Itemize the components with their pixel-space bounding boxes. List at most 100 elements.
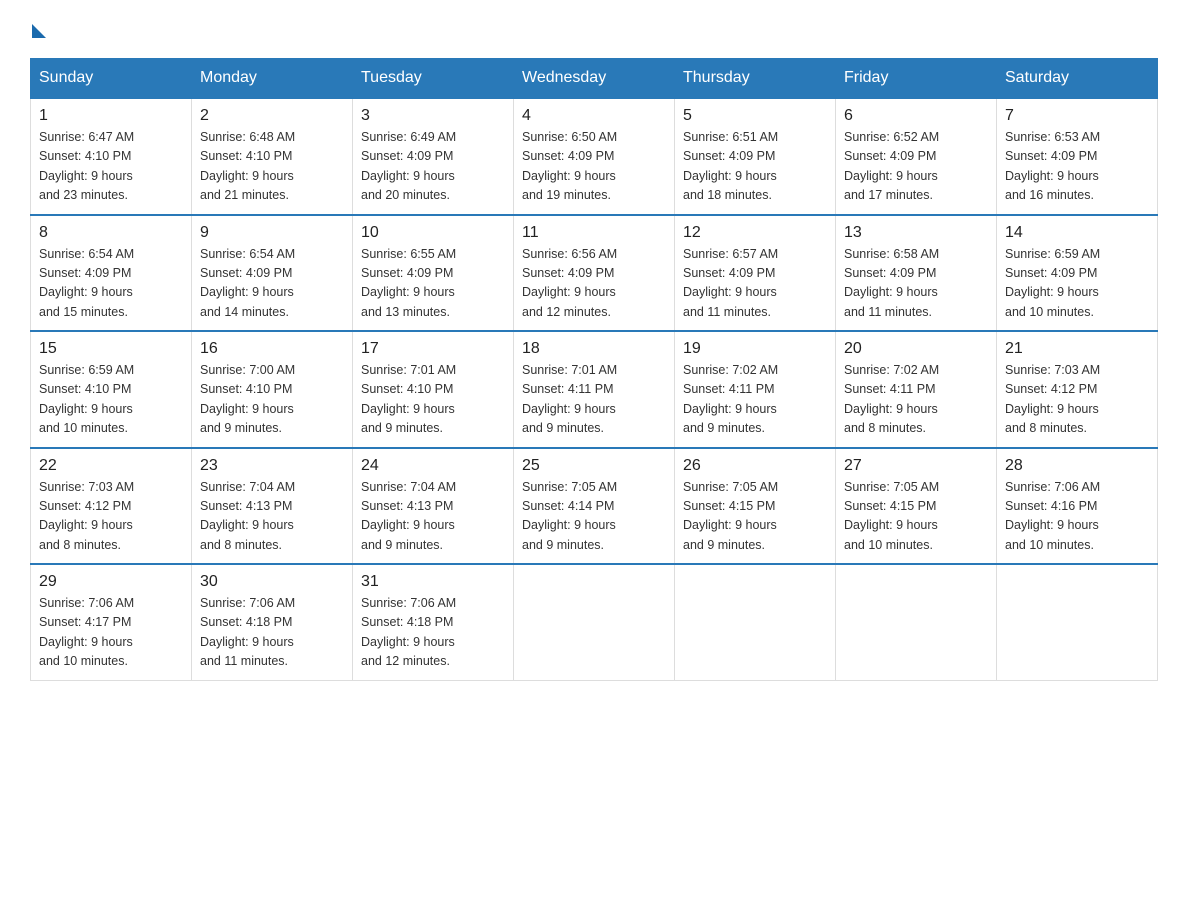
col-header-monday: Monday — [192, 59, 353, 99]
day-info: Sunrise: 6:49 AMSunset: 4:09 PMDaylight:… — [361, 128, 505, 206]
day-info: Sunrise: 6:57 AMSunset: 4:09 PMDaylight:… — [683, 245, 827, 323]
calendar-cell: 31 Sunrise: 7:06 AMSunset: 4:18 PMDaylig… — [353, 564, 514, 680]
calendar-cell: 18 Sunrise: 7:01 AMSunset: 4:11 PMDaylig… — [514, 331, 675, 448]
day-number: 30 — [200, 573, 344, 591]
calendar-week-row: 22 Sunrise: 7:03 AMSunset: 4:12 PMDaylig… — [31, 448, 1158, 565]
day-info: Sunrise: 6:55 AMSunset: 4:09 PMDaylight:… — [361, 245, 505, 323]
calendar-week-row: 15 Sunrise: 6:59 AMSunset: 4:10 PMDaylig… — [31, 331, 1158, 448]
day-info: Sunrise: 6:53 AMSunset: 4:09 PMDaylight:… — [1005, 128, 1149, 206]
day-number: 26 — [683, 457, 827, 475]
day-info: Sunrise: 6:54 AMSunset: 4:09 PMDaylight:… — [39, 245, 183, 323]
day-info: Sunrise: 6:50 AMSunset: 4:09 PMDaylight:… — [522, 128, 666, 206]
calendar-cell: 15 Sunrise: 6:59 AMSunset: 4:10 PMDaylig… — [31, 331, 192, 448]
day-info: Sunrise: 7:02 AMSunset: 4:11 PMDaylight:… — [683, 361, 827, 439]
day-number: 25 — [522, 457, 666, 475]
calendar-cell: 16 Sunrise: 7:00 AMSunset: 4:10 PMDaylig… — [192, 331, 353, 448]
logo-arrow-icon — [32, 24, 46, 38]
calendar-cell: 7 Sunrise: 6:53 AMSunset: 4:09 PMDayligh… — [997, 98, 1158, 215]
calendar-cell — [514, 564, 675, 680]
calendar-cell: 12 Sunrise: 6:57 AMSunset: 4:09 PMDaylig… — [675, 215, 836, 332]
day-number: 20 — [844, 340, 988, 358]
calendar-week-row: 1 Sunrise: 6:47 AMSunset: 4:10 PMDayligh… — [31, 98, 1158, 215]
calendar-cell: 22 Sunrise: 7:03 AMSunset: 4:12 PMDaylig… — [31, 448, 192, 565]
day-info: Sunrise: 7:01 AMSunset: 4:10 PMDaylight:… — [361, 361, 505, 439]
day-info: Sunrise: 6:52 AMSunset: 4:09 PMDaylight:… — [844, 128, 988, 206]
day-number: 19 — [683, 340, 827, 358]
day-number: 15 — [39, 340, 183, 358]
day-info: Sunrise: 7:05 AMSunset: 4:15 PMDaylight:… — [683, 478, 827, 556]
calendar-cell: 19 Sunrise: 7:02 AMSunset: 4:11 PMDaylig… — [675, 331, 836, 448]
calendar-cell: 20 Sunrise: 7:02 AMSunset: 4:11 PMDaylig… — [836, 331, 997, 448]
logo — [30, 20, 46, 38]
day-number: 18 — [522, 340, 666, 358]
col-header-wednesday: Wednesday — [514, 59, 675, 99]
day-number: 5 — [683, 107, 827, 125]
calendar-cell: 29 Sunrise: 7:06 AMSunset: 4:17 PMDaylig… — [31, 564, 192, 680]
calendar-cell — [836, 564, 997, 680]
calendar-cell — [675, 564, 836, 680]
day-number: 8 — [39, 224, 183, 242]
calendar-cell: 24 Sunrise: 7:04 AMSunset: 4:13 PMDaylig… — [353, 448, 514, 565]
day-number: 22 — [39, 457, 183, 475]
calendar-cell: 28 Sunrise: 7:06 AMSunset: 4:16 PMDaylig… — [997, 448, 1158, 565]
calendar-cell: 25 Sunrise: 7:05 AMSunset: 4:14 PMDaylig… — [514, 448, 675, 565]
day-info: Sunrise: 7:06 AMSunset: 4:17 PMDaylight:… — [39, 594, 183, 672]
day-info: Sunrise: 7:04 AMSunset: 4:13 PMDaylight:… — [200, 478, 344, 556]
calendar-cell: 26 Sunrise: 7:05 AMSunset: 4:15 PMDaylig… — [675, 448, 836, 565]
col-header-thursday: Thursday — [675, 59, 836, 99]
day-info: Sunrise: 6:59 AMSunset: 4:09 PMDaylight:… — [1005, 245, 1149, 323]
col-header-saturday: Saturday — [997, 59, 1158, 99]
day-number: 12 — [683, 224, 827, 242]
day-info: Sunrise: 7:05 AMSunset: 4:15 PMDaylight:… — [844, 478, 988, 556]
calendar-cell: 5 Sunrise: 6:51 AMSunset: 4:09 PMDayligh… — [675, 98, 836, 215]
day-number: 23 — [200, 457, 344, 475]
day-number: 13 — [844, 224, 988, 242]
calendar-cell: 9 Sunrise: 6:54 AMSunset: 4:09 PMDayligh… — [192, 215, 353, 332]
col-header-sunday: Sunday — [31, 59, 192, 99]
calendar-cell: 14 Sunrise: 6:59 AMSunset: 4:09 PMDaylig… — [997, 215, 1158, 332]
day-info: Sunrise: 7:01 AMSunset: 4:11 PMDaylight:… — [522, 361, 666, 439]
calendar-cell: 11 Sunrise: 6:56 AMSunset: 4:09 PMDaylig… — [514, 215, 675, 332]
col-header-tuesday: Tuesday — [353, 59, 514, 99]
calendar-cell: 1 Sunrise: 6:47 AMSunset: 4:10 PMDayligh… — [31, 98, 192, 215]
day-number: 21 — [1005, 340, 1149, 358]
day-number: 10 — [361, 224, 505, 242]
day-info: Sunrise: 6:59 AMSunset: 4:10 PMDaylight:… — [39, 361, 183, 439]
calendar-cell: 21 Sunrise: 7:03 AMSunset: 4:12 PMDaylig… — [997, 331, 1158, 448]
day-number: 9 — [200, 224, 344, 242]
calendar-cell: 30 Sunrise: 7:06 AMSunset: 4:18 PMDaylig… — [192, 564, 353, 680]
day-number: 28 — [1005, 457, 1149, 475]
day-info: Sunrise: 6:56 AMSunset: 4:09 PMDaylight:… — [522, 245, 666, 323]
day-number: 29 — [39, 573, 183, 591]
calendar-cell: 4 Sunrise: 6:50 AMSunset: 4:09 PMDayligh… — [514, 98, 675, 215]
calendar-cell — [997, 564, 1158, 680]
day-number: 31 — [361, 573, 505, 591]
day-number: 17 — [361, 340, 505, 358]
day-info: Sunrise: 7:03 AMSunset: 4:12 PMDaylight:… — [1005, 361, 1149, 439]
day-info: Sunrise: 6:47 AMSunset: 4:10 PMDaylight:… — [39, 128, 183, 206]
calendar-week-row: 29 Sunrise: 7:06 AMSunset: 4:17 PMDaylig… — [31, 564, 1158, 680]
day-info: Sunrise: 7:03 AMSunset: 4:12 PMDaylight:… — [39, 478, 183, 556]
calendar-cell: 27 Sunrise: 7:05 AMSunset: 4:15 PMDaylig… — [836, 448, 997, 565]
day-number: 3 — [361, 107, 505, 125]
header — [30, 20, 1158, 38]
day-info: Sunrise: 6:58 AMSunset: 4:09 PMDaylight:… — [844, 245, 988, 323]
day-number: 27 — [844, 457, 988, 475]
col-header-friday: Friday — [836, 59, 997, 99]
day-number: 16 — [200, 340, 344, 358]
day-number: 2 — [200, 107, 344, 125]
calendar-cell: 8 Sunrise: 6:54 AMSunset: 4:09 PMDayligh… — [31, 215, 192, 332]
day-info: Sunrise: 7:06 AMSunset: 4:16 PMDaylight:… — [1005, 478, 1149, 556]
day-info: Sunrise: 7:06 AMSunset: 4:18 PMDaylight:… — [200, 594, 344, 672]
day-info: Sunrise: 6:48 AMSunset: 4:10 PMDaylight:… — [200, 128, 344, 206]
day-number: 11 — [522, 224, 666, 242]
day-info: Sunrise: 6:54 AMSunset: 4:09 PMDaylight:… — [200, 245, 344, 323]
day-number: 6 — [844, 107, 988, 125]
day-number: 24 — [361, 457, 505, 475]
day-number: 4 — [522, 107, 666, 125]
calendar-cell: 17 Sunrise: 7:01 AMSunset: 4:10 PMDaylig… — [353, 331, 514, 448]
calendar-cell: 2 Sunrise: 6:48 AMSunset: 4:10 PMDayligh… — [192, 98, 353, 215]
day-info: Sunrise: 7:04 AMSunset: 4:13 PMDaylight:… — [361, 478, 505, 556]
day-info: Sunrise: 6:51 AMSunset: 4:09 PMDaylight:… — [683, 128, 827, 206]
calendar-header-row: SundayMondayTuesdayWednesdayThursdayFrid… — [31, 59, 1158, 99]
